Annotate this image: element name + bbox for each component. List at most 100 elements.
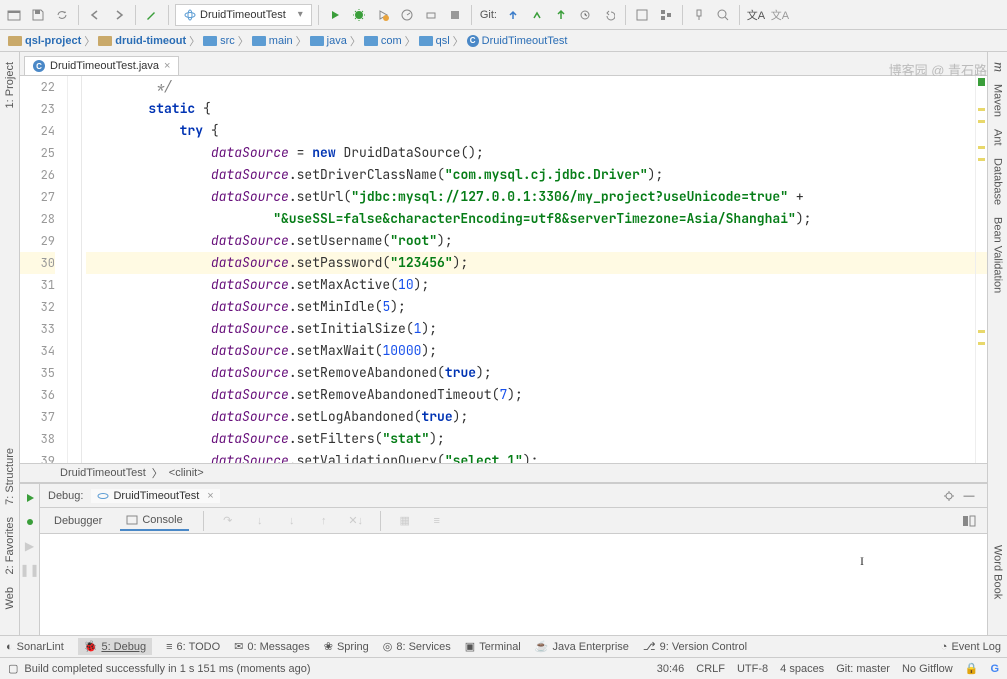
tab-todo[interactable]: ≡ 6: TODO <box>166 641 220 653</box>
gutter[interactable]: 222324252627282930313233343536373839 <box>20 76 68 463</box>
encoding[interactable]: UTF-8 <box>737 663 768 675</box>
hide-toolwindows-icon[interactable]: ▢ <box>8 662 18 675</box>
force-step-icon[interactable]: ↓ <box>282 511 302 531</box>
git-commit-icon[interactable] <box>527 5 547 25</box>
git-update-icon[interactable] <box>503 5 523 25</box>
ide-settings-icon[interactable] <box>632 5 652 25</box>
pause-icon[interactable]: ❚❚ <box>20 560 40 580</box>
tab-javaee[interactable]: ☕ Java Enterprise <box>535 640 629 653</box>
tab-eventlog[interactable]: ◔ Event Log <box>941 641 1001 653</box>
google-icon[interactable]: G <box>990 663 999 675</box>
tab-mvn[interactable]: m <box>988 56 1007 78</box>
breadcrumb-item[interactable]: CDruidTimeoutTest <box>467 35 568 47</box>
resume-icon[interactable]: ▶ <box>20 536 40 556</box>
refresh-icon[interactable] <box>52 5 72 25</box>
rerun-icon[interactable] <box>20 488 40 508</box>
tab-spring[interactable]: ❀ Spring <box>324 640 369 653</box>
layout-icon[interactable] <box>959 511 979 531</box>
breadcrumb-item[interactable]: druid-timeout <box>98 35 186 47</box>
tab-console[interactable]: Console <box>120 511 188 531</box>
search-icon[interactable] <box>713 5 733 25</box>
evaluate-icon[interactable]: ▦ <box>395 511 415 531</box>
coverage-icon[interactable] <box>373 5 393 25</box>
breadcrumb-item[interactable]: qsl-project <box>8 35 81 47</box>
class-icon: C <box>33 60 45 72</box>
debug-tabs: Debugger Console ↷ ↓ ↓ ↑ ✕↓ ▦ ≡ <box>40 508 987 534</box>
tab-project[interactable]: 1: Project <box>2 56 18 114</box>
save-icon[interactable] <box>28 5 48 25</box>
lock-icon[interactable]: 🔒 <box>965 662 979 675</box>
breadcrumb-item[interactable]: java <box>310 35 347 47</box>
step-over-icon[interactable]: ↷ <box>218 511 238 531</box>
tab-database[interactable]: Database <box>990 152 1006 211</box>
tab-services[interactable]: ◎ 8: Services <box>383 640 451 653</box>
rerun-debug-icon[interactable] <box>20 512 40 532</box>
stop-icon[interactable] <box>445 5 465 25</box>
struct-icon[interactable] <box>656 5 676 25</box>
tab-favorites[interactable]: 2: Favorites <box>2 511 18 580</box>
crumb-item[interactable]: <clinit> <box>169 467 204 479</box>
close-icon[interactable]: × <box>207 490 213 502</box>
forward-icon[interactable] <box>109 5 129 25</box>
debug-side-controls: ▶ ❚❚ <box>20 484 40 635</box>
chevron-icon: 〉 <box>189 33 200 49</box>
run-target-label: DruidTimeoutTest <box>200 9 286 21</box>
step-out-icon[interactable]: ↑ <box>314 511 334 531</box>
debug-icon[interactable] <box>349 5 369 25</box>
profile-icon[interactable] <box>397 5 417 25</box>
indent[interactable]: 4 spaces <box>780 663 824 675</box>
editor[interactable]: 222324252627282930313233343536373839 */ … <box>20 76 987 463</box>
breadcrumb: qsl-project 〉 druid-timeout 〉 src 〉 main… <box>0 30 1007 52</box>
close-icon[interactable]: × <box>164 60 170 72</box>
tab-debug[interactable]: 🐞 5: Debug <box>78 638 152 655</box>
translate-icon[interactable]: 文A <box>746 5 766 25</box>
tab-debugger[interactable]: Debugger <box>48 512 108 530</box>
tab-maven[interactable]: Maven <box>990 78 1006 123</box>
fold-strip[interactable] <box>68 76 82 463</box>
crumb-item[interactable]: DruidTimeoutTest <box>60 467 146 479</box>
run-configuration-select[interactable]: DruidTimeoutTest ▾ <box>175 4 312 26</box>
tab-messages[interactable]: ✉ 0: Messages <box>234 640 310 653</box>
tab-ant[interactable]: Ant <box>990 123 1006 152</box>
breadcrumb-item[interactable]: qsl <box>419 35 450 47</box>
step-into-icon[interactable]: ↓ <box>250 511 270 531</box>
chevron-icon: 〉 <box>84 33 95 49</box>
caret-pos[interactable]: 30:46 <box>657 663 685 675</box>
trace-icon[interactable]: ≡ <box>427 511 447 531</box>
minimize-icon[interactable]: — <box>959 486 979 506</box>
git-history-icon[interactable] <box>575 5 595 25</box>
pin-icon[interactable] <box>689 5 709 25</box>
run-to-cursor-icon[interactable]: ✕↓ <box>346 511 366 531</box>
breadcrumb-item[interactable]: main <box>252 35 293 47</box>
git-rollback-icon[interactable] <box>599 5 619 25</box>
error-stripe[interactable] <box>975 76 987 463</box>
open-icon[interactable] <box>4 5 24 25</box>
tab-web[interactable]: Web <box>2 581 18 615</box>
main-toolbar: DruidTimeoutTest ▾ Git: 文A 文A <box>0 0 1007 30</box>
gitflow-status[interactable]: No Gitflow <box>902 663 953 675</box>
translate-alt-icon[interactable]: 文A <box>770 5 790 25</box>
tab-bean-validation[interactable]: Bean Validation <box>990 211 1006 299</box>
build-icon[interactable] <box>142 5 162 25</box>
git-push-icon[interactable] <box>551 5 571 25</box>
tab-wordbook[interactable]: Word Book <box>990 539 1006 605</box>
file-tabs: C DruidTimeoutTest.java × <box>20 52 987 76</box>
debug-target[interactable]: DruidTimeoutTest × <box>91 489 219 503</box>
tab-vcs[interactable]: ⎇ 9: Version Control <box>643 640 747 653</box>
breadcrumb-item[interactable]: src <box>203 35 235 47</box>
run-icon[interactable] <box>325 5 345 25</box>
file-tab-label: DruidTimeoutTest.java <box>50 60 159 72</box>
chevron-icon: 〉 <box>350 33 361 49</box>
back-icon[interactable] <box>85 5 105 25</box>
breadcrumb-item[interactable]: com <box>364 35 402 47</box>
console-content[interactable]: I <box>40 534 987 635</box>
file-tab[interactable]: C DruidTimeoutTest.java × <box>24 56 179 75</box>
code-area[interactable]: */ static { try { dataSource = new Druid… <box>82 76 987 463</box>
line-sep[interactable]: CRLF <box>696 663 725 675</box>
gear-icon[interactable] <box>939 486 959 506</box>
attach-icon[interactable] <box>421 5 441 25</box>
tab-terminal[interactable]: ▣ Terminal <box>465 640 521 653</box>
tab-sonarlint[interactable]: ◐ SonarLint <box>6 641 64 653</box>
git-branch[interactable]: Git: master <box>836 663 890 675</box>
tab-structure[interactable]: 7: Structure <box>2 442 18 511</box>
